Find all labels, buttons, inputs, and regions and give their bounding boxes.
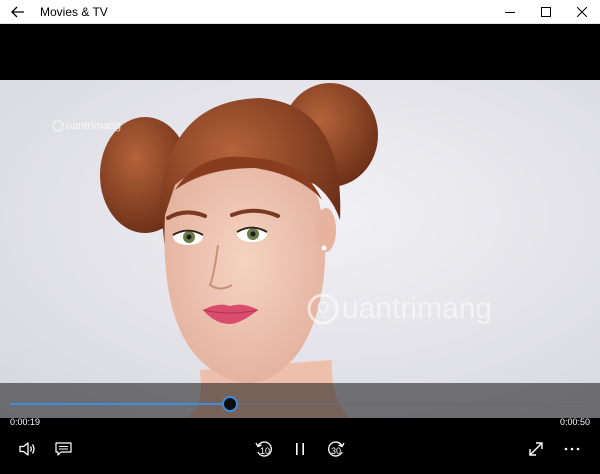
pause-icon <box>294 442 306 456</box>
close-button[interactable] <box>564 0 600 24</box>
fullscreen-icon <box>528 441 544 457</box>
maximize-icon <box>541 7 551 17</box>
playback-controls: 0:00:19 0:00:50 10 30 <box>0 383 600 474</box>
back-button[interactable] <box>0 0 36 24</box>
total-time: 0:00:50 <box>559 417 590 427</box>
skip-back-button[interactable]: 10 <box>248 433 280 465</box>
video-frame[interactable]: uantrimang uantrimang <box>0 80 600 418</box>
skip-forward-button[interactable]: 30 <box>320 433 352 465</box>
volume-icon <box>19 441 37 457</box>
seek-bar-progress <box>10 403 231 405</box>
current-time: 0:00:19 <box>10 417 41 427</box>
skip-forward-30-icon: 30 <box>326 439 346 459</box>
watermark-small-text: uantrimang <box>66 120 122 132</box>
skip-back-10-icon: 10 <box>254 439 274 459</box>
more-options-button[interactable] <box>556 433 588 465</box>
bulb-icon <box>52 120 64 132</box>
movies-tv-window: Movies & TV uantrimang uantrimang 0:00:1… <box>0 0 600 474</box>
skip-back-label: 10 <box>260 446 271 456</box>
captions-icon <box>54 442 72 456</box>
app-title: Movies & TV <box>40 4 108 19</box>
maximize-button[interactable] <box>528 0 564 24</box>
watermark-big-text: uantrimang <box>342 292 493 325</box>
captions-button[interactable] <box>47 433 79 465</box>
watermark-big: uantrimang <box>306 292 492 326</box>
minimize-icon <box>505 7 515 17</box>
seek-bar[interactable] <box>10 396 590 412</box>
window-controls <box>492 0 600 24</box>
volume-button[interactable] <box>12 433 44 465</box>
more-icon <box>564 447 580 451</box>
video-stage[interactable]: uantrimang uantrimang 0:00:19 0:00:50 10… <box>0 24 600 474</box>
minimize-button[interactable] <box>492 0 528 24</box>
pause-button[interactable] <box>284 433 316 465</box>
back-arrow-icon <box>11 6 25 18</box>
skip-forward-label: 30 <box>331 446 342 456</box>
bulb-icon <box>307 293 339 325</box>
fullscreen-button[interactable] <box>520 433 552 465</box>
watermark-small: uantrimang <box>52 120 121 132</box>
close-icon <box>577 7 587 17</box>
title-bar: Movies & TV <box>0 0 600 24</box>
